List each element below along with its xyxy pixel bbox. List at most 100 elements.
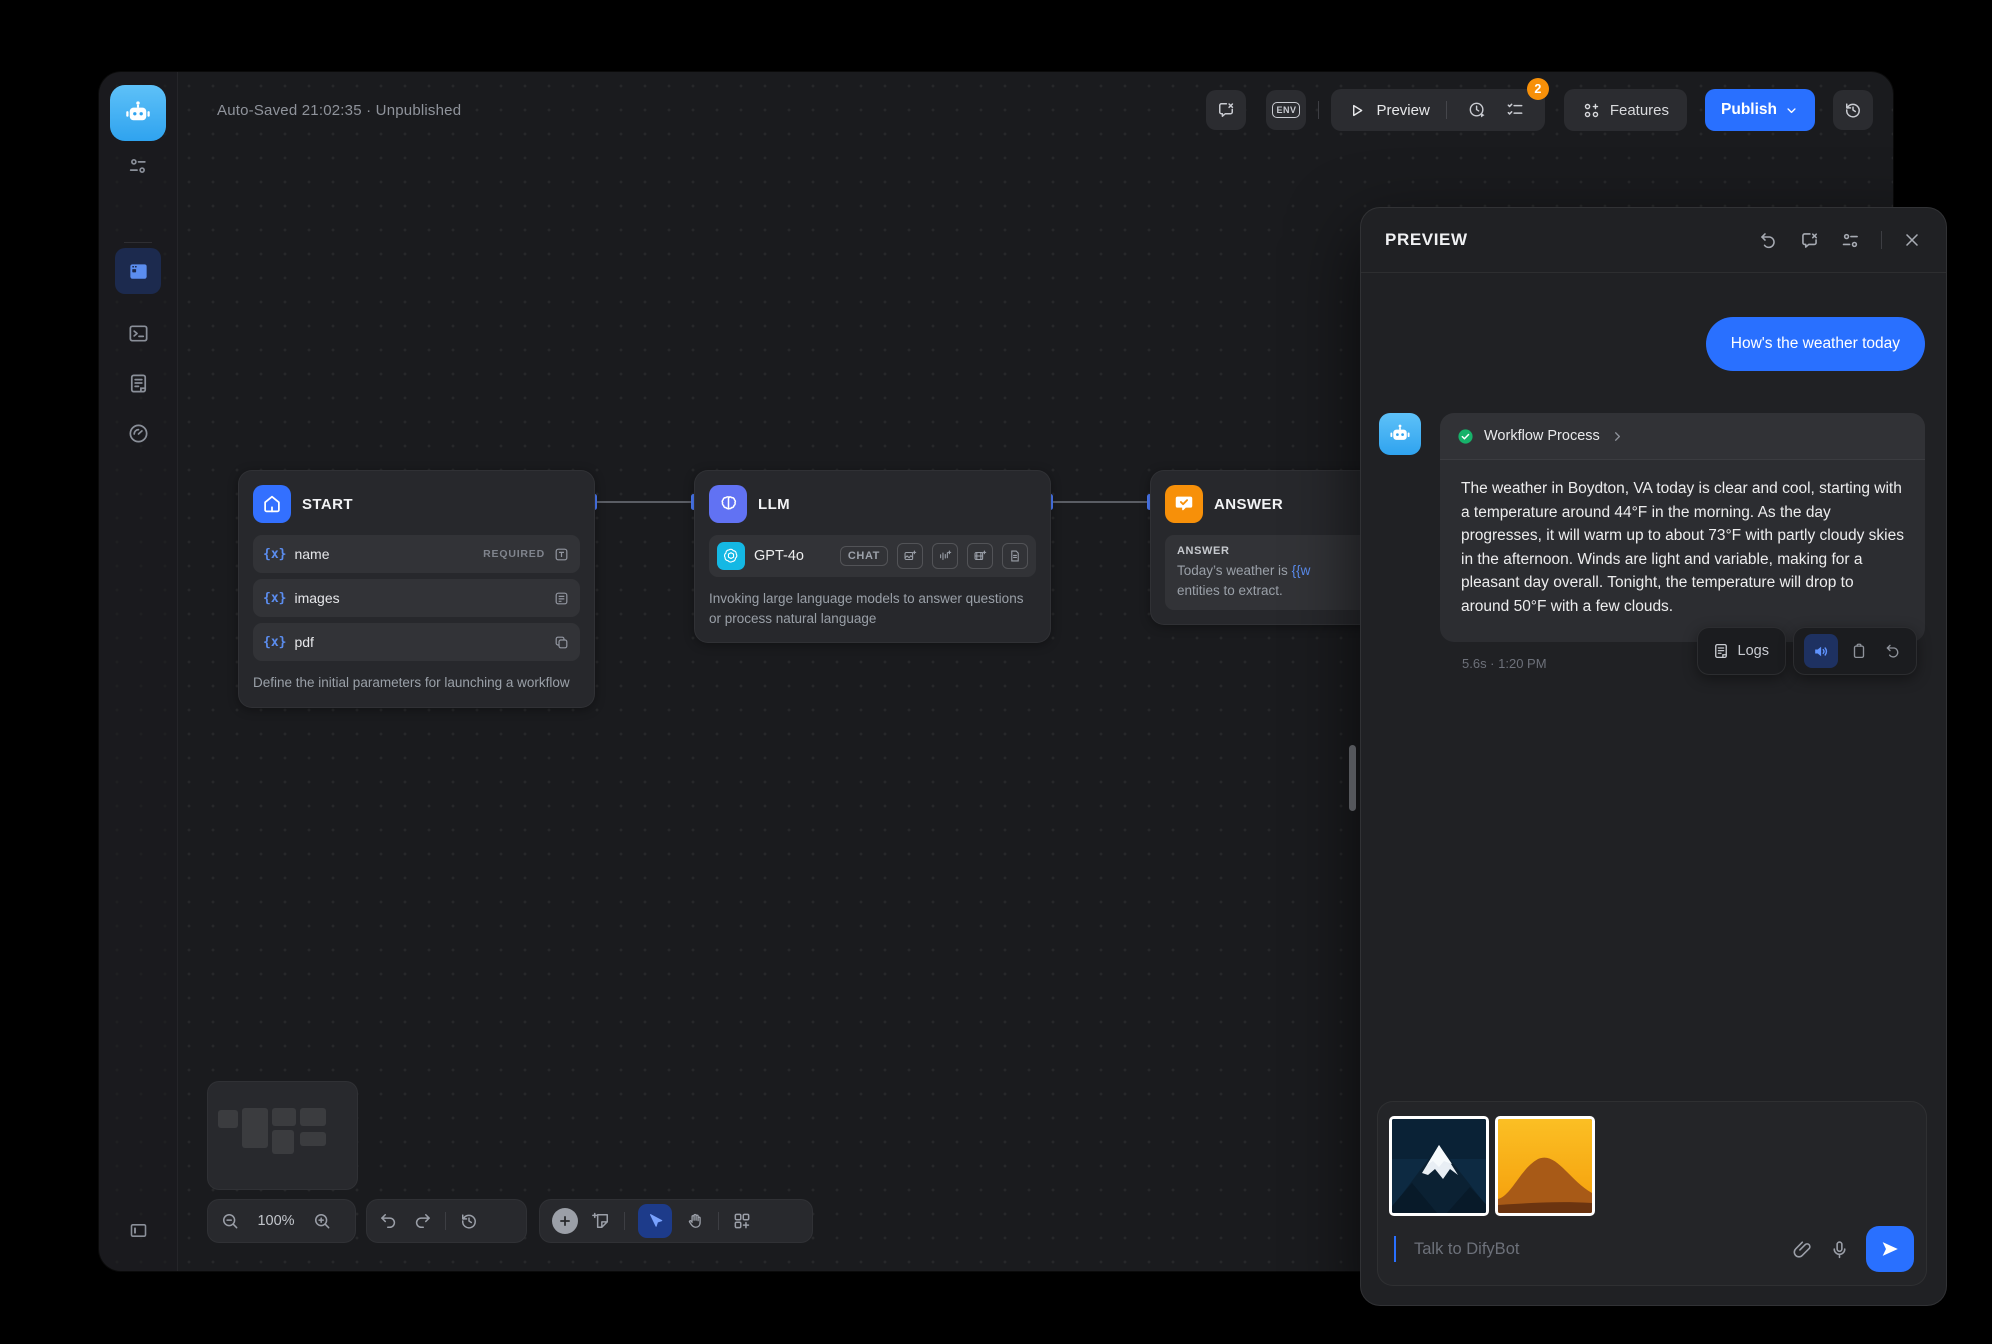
preview-panel: PREVIEW How's the weather today W: [1360, 207, 1947, 1306]
audio-capability-icon: [932, 543, 958, 569]
sidebar-item-logs[interactable]: [115, 360, 161, 406]
zoom-controls: 100%: [207, 1199, 356, 1243]
variable-icon: {x}: [263, 635, 286, 650]
microphone-icon[interactable]: [1829, 1239, 1850, 1260]
user-message-bubble: How's the weather today: [1706, 317, 1925, 371]
play-icon[interactable]: [1347, 101, 1366, 120]
bot-message-bubble: Workflow Process The weather in Boydton,…: [1440, 413, 1925, 642]
message-tools: [1793, 627, 1917, 675]
bot-message-text: The weather in Boydton, VA today is clea…: [1440, 460, 1925, 642]
add-node-button[interactable]: [552, 1208, 578, 1234]
collapse-sidebar-icon[interactable]: [115, 1207, 161, 1253]
checklist-badge: 2: [1527, 78, 1549, 100]
conversation-settings-icon[interactable]: [1840, 230, 1861, 251]
preferences-icon[interactable]: [115, 143, 161, 189]
document-capability-icon: [1002, 543, 1028, 569]
app-logo-robot-icon[interactable]: [110, 85, 166, 141]
text-field-icon: [553, 546, 570, 563]
variable-icon: {x}: [263, 547, 286, 562]
minimap[interactable]: [207, 1081, 358, 1190]
bot-avatar-robot-icon: [1379, 413, 1421, 455]
required-tag: REQUIRED: [483, 548, 545, 560]
home-icon: [253, 485, 291, 523]
speaker-icon[interactable]: [1804, 634, 1838, 668]
features-button[interactable]: Features: [1564, 89, 1687, 131]
image-capability-icon: [897, 543, 923, 569]
clear-chat-icon[interactable]: [1799, 230, 1820, 251]
chat-input[interactable]: [1412, 1239, 1776, 1260]
start-var-images[interactable]: {x} images: [253, 579, 580, 617]
panel-resize-handle[interactable]: [1349, 745, 1356, 811]
zoom-in-icon[interactable]: [312, 1211, 332, 1231]
topbar: Auto-Saved 21:02:35 · Unpublished ENV Pr…: [177, 72, 1893, 148]
version-history-button[interactable]: [1833, 90, 1873, 130]
logs-button[interactable]: Logs: [1697, 627, 1786, 675]
attachment-thumbnail-mountain-sunset[interactable]: [1495, 1116, 1595, 1216]
llm-node-title: LLM: [758, 496, 790, 513]
autosave-status: Auto-Saved 21:02:35 · Unpublished: [217, 102, 461, 119]
sidebar: [99, 72, 178, 1271]
chat-area: How's the weather today Workflow Process…: [1361, 273, 1946, 1305]
sidebar-item-terminal[interactable]: [115, 310, 161, 356]
chevron-down-icon: [1784, 103, 1799, 118]
chevron-right-icon: [1610, 429, 1625, 444]
logs-icon: [1708, 642, 1730, 660]
model-name: GPT-4o: [754, 548, 831, 564]
sidebar-divider: [124, 242, 152, 243]
answer-bubble-icon: [1165, 485, 1203, 523]
features-icon: [1582, 101, 1601, 120]
publish-button[interactable]: Publish: [1705, 89, 1815, 131]
attach-file-icon[interactable]: [1792, 1239, 1813, 1260]
answer-node-title: ANSWER: [1214, 496, 1283, 513]
start-node-title: START: [302, 496, 353, 513]
redo-icon[interactable]: [412, 1211, 432, 1231]
workflow-process-toggle[interactable]: Workflow Process: [1440, 413, 1925, 460]
files-icon: [553, 634, 570, 651]
start-var-name[interactable]: {x} name REQUIRED: [253, 535, 580, 573]
message-actions: Logs: [1697, 627, 1917, 675]
env-variables-button[interactable]: ENV: [1266, 90, 1306, 130]
preview-run-button[interactable]: Preview: [1376, 102, 1429, 119]
preview-header: PREVIEW: [1361, 208, 1946, 273]
start-node-description: Define the initial parameters for launch…: [253, 673, 580, 693]
clear-conversation-button[interactable]: [1206, 90, 1246, 130]
success-check-icon: [1457, 428, 1474, 445]
version-history-icon[interactable]: [459, 1211, 479, 1231]
history-controls: [366, 1199, 527, 1243]
openai-icon: [717, 542, 745, 570]
auto-layout-icon[interactable]: [732, 1211, 752, 1231]
run-history-icon[interactable]: [1463, 100, 1491, 120]
chat-mode-badge: CHAT: [840, 546, 888, 566]
text-cursor: [1394, 1236, 1396, 1262]
preview-title: PREVIEW: [1385, 230, 1738, 250]
chat-input-row: [1394, 1223, 1914, 1275]
start-node[interactable]: START {x} name REQUIRED {x} images: [238, 470, 595, 708]
attachment-thumbnail-mountain-night[interactable]: [1389, 1116, 1489, 1216]
sidebar-item-monitoring[interactable]: [115, 410, 161, 456]
checklist-icon[interactable]: [1501, 100, 1529, 120]
llm-node-description: Invoking large language models to answer…: [709, 589, 1036, 628]
screen: START {x} name REQUIRED {x} images: [0, 0, 1992, 1344]
variable-icon: {x}: [263, 591, 286, 606]
zoom-level[interactable]: 100%: [253, 1213, 299, 1229]
sidebar-item-orchestrate[interactable]: [115, 248, 161, 294]
start-var-pdf[interactable]: {x} pdf: [253, 623, 580, 661]
restart-conversation-icon[interactable]: [1758, 230, 1779, 251]
paragraph-icon: [553, 590, 570, 607]
brain-icon: [709, 485, 747, 523]
video-capability-icon: [967, 543, 993, 569]
llm-node[interactable]: LLM GPT-4o CHAT: [694, 470, 1051, 643]
edge-llm-answer: [1051, 501, 1150, 503]
model-selector[interactable]: GPT-4o CHAT: [709, 535, 1036, 577]
undo-icon[interactable]: [379, 1211, 399, 1231]
copy-icon[interactable]: [1846, 642, 1872, 660]
pointer-tool-button[interactable]: [638, 1204, 672, 1238]
chat-input-card: [1377, 1101, 1927, 1286]
close-icon[interactable]: [1902, 230, 1922, 250]
send-button[interactable]: [1866, 1226, 1914, 1272]
hand-tool-icon[interactable]: [685, 1211, 705, 1231]
zoom-out-icon[interactable]: [220, 1211, 240, 1231]
add-note-icon[interactable]: [591, 1211, 611, 1231]
edge-start-llm: [595, 501, 694, 503]
regenerate-icon[interactable]: [1880, 642, 1906, 660]
